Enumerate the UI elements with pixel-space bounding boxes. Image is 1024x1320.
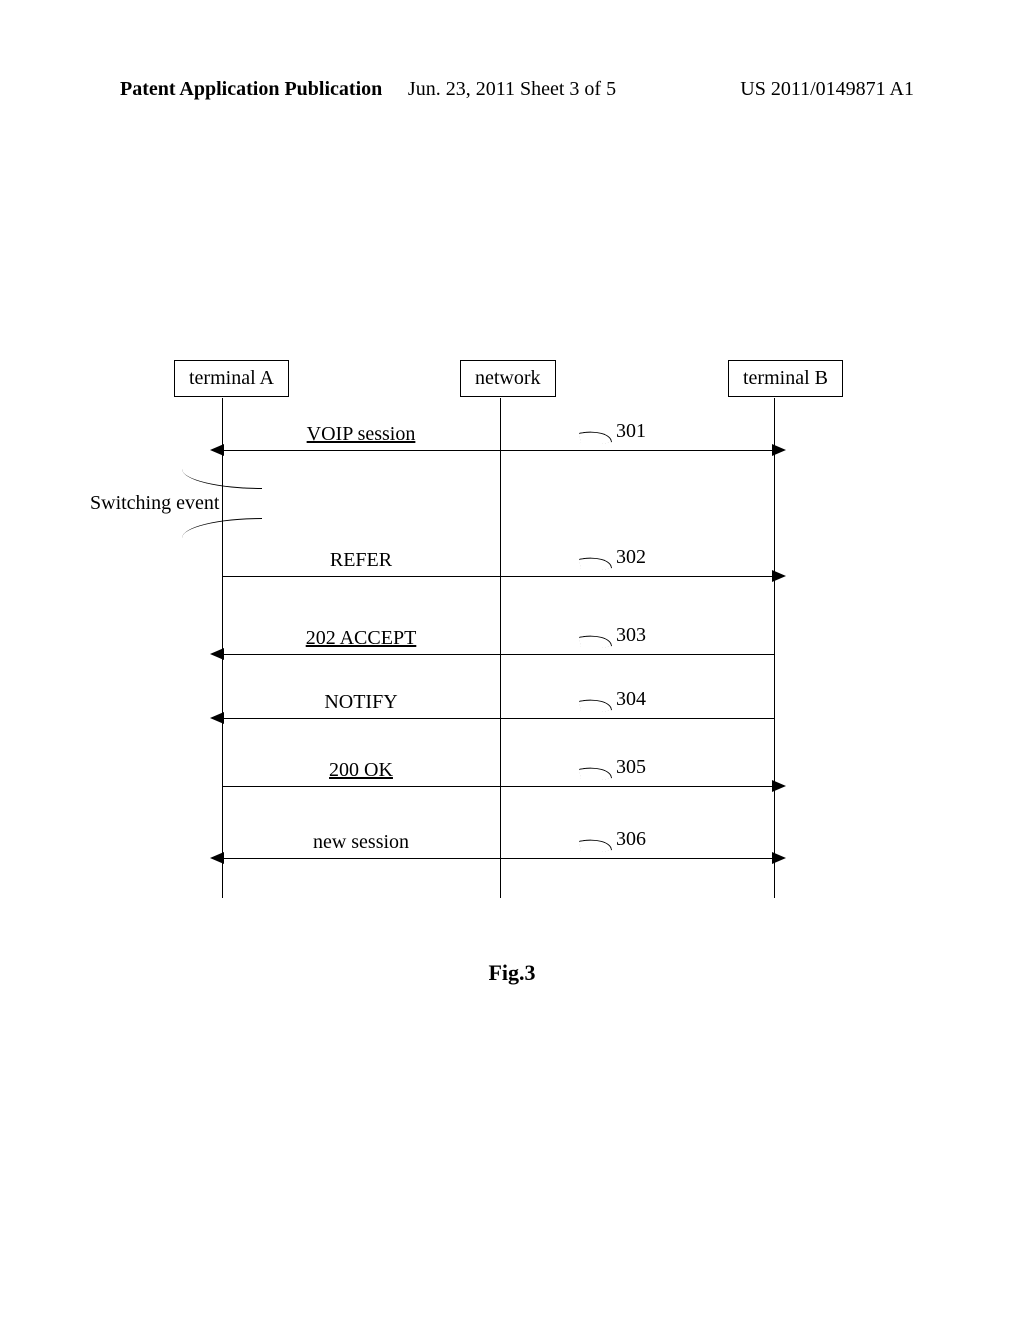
msg-new-session-label: new session — [313, 831, 409, 856]
arrow-right-icon — [772, 852, 786, 864]
arrow-right-icon — [772, 570, 786, 582]
leader-icon — [579, 835, 612, 855]
ref-305: 305 — [616, 756, 646, 779]
ref-302: 302 — [616, 546, 646, 569]
lifeline-network — [500, 398, 501, 898]
msg-new-session — [222, 858, 774, 859]
sequence-diagram: terminal A network terminal B Switching … — [150, 360, 874, 920]
figure-caption: Fig.3 — [488, 960, 535, 986]
leader-icon — [579, 553, 612, 573]
msg-202-accept-label: 202 ACCEPT — [306, 627, 417, 652]
lifeline-terminal-b — [774, 398, 775, 898]
msg-notify-label: NOTIFY — [324, 691, 397, 716]
arrow-left-icon — [210, 712, 224, 724]
event-curve-icon — [182, 468, 262, 489]
leader-icon — [579, 763, 612, 783]
ref-303: 303 — [616, 624, 646, 647]
ref-306: 306 — [616, 828, 646, 851]
page: Patent Application Publication Jun. 23, … — [0, 0, 1024, 1320]
switching-event-label: Switching event — [90, 492, 219, 515]
header-left: Patent Application Publication — [120, 78, 382, 101]
ref-304: 304 — [616, 688, 646, 711]
msg-200-ok-label: 200 OK — [329, 759, 393, 784]
msg-202-accept — [222, 654, 774, 655]
msg-voip-session — [222, 450, 774, 451]
leader-icon — [579, 427, 612, 447]
msg-refer — [222, 576, 774, 577]
arrow-right-icon — [772, 444, 786, 456]
msg-voip-session-label: VOIP session — [307, 423, 416, 448]
actor-network: network — [460, 360, 556, 397]
arrow-left-icon — [210, 852, 224, 864]
actor-terminal-a: terminal A — [174, 360, 289, 397]
event-curve-icon — [182, 518, 262, 539]
msg-200-ok — [222, 786, 774, 787]
ref-301: 301 — [616, 420, 646, 443]
header-center: Jun. 23, 2011 Sheet 3 of 5 — [408, 78, 616, 101]
arrow-right-icon — [772, 780, 786, 792]
actor-terminal-b: terminal B — [728, 360, 843, 397]
arrow-left-icon — [210, 444, 224, 456]
msg-refer-label: REFER — [330, 549, 392, 574]
msg-notify — [222, 718, 774, 719]
header-right: US 2011/0149871 A1 — [740, 78, 914, 101]
arrow-left-icon — [210, 648, 224, 660]
leader-icon — [579, 631, 612, 651]
leader-icon — [579, 695, 612, 715]
